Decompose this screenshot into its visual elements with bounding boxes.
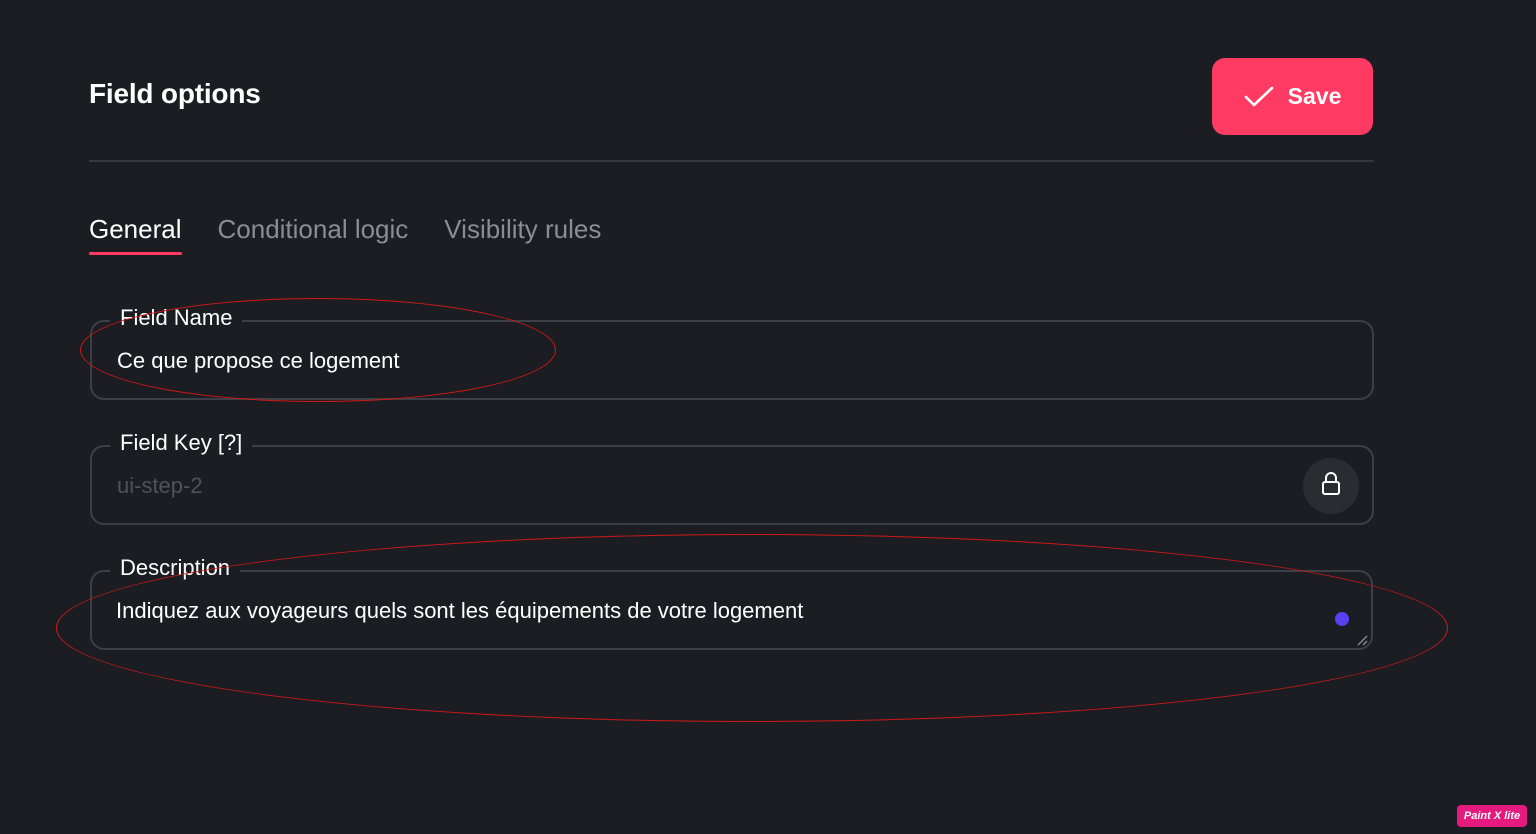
description-textarea[interactable]: Description Indiquez aux voyageurs quels… [90, 555, 1373, 650]
lock-button[interactable] [1303, 458, 1359, 514]
field-key-value: ui-step-2 [117, 473, 203, 498]
field-name-value: Ce que propose ce logement [117, 348, 400, 373]
description-label: Description [110, 555, 241, 581]
check-icon [1244, 86, 1274, 108]
watermark-badge: Paint X lite [1457, 805, 1527, 827]
field-name-label: Field Name [110, 305, 243, 331]
save-button[interactable]: Save [1212, 58, 1373, 135]
description-value: Indiquez aux voyageurs quels sont les éq… [116, 598, 804, 623]
field-key-input: Field Key [?] ui-step-2 [90, 430, 1374, 525]
page-title: Field options [89, 78, 261, 109]
save-button-label: Save [1287, 83, 1342, 109]
tab-bar: General Conditional logic Visibility rul… [89, 214, 601, 255]
field-options-panel: Field options Save General Conditional l… [0, 0, 1536, 834]
lock-icon [1320, 471, 1342, 502]
field-name-input[interactable]: Field Name Ce que propose ce logement [90, 305, 1374, 400]
status-dot-icon [1335, 612, 1349, 626]
resize-handle-icon[interactable] [1356, 633, 1368, 646]
field-key-label: Field Key [?] [110, 430, 253, 456]
header-divider [89, 160, 1374, 162]
tab-visibility-rules[interactable]: Visibility rules [444, 214, 601, 255]
tab-conditional-logic[interactable]: Conditional logic [218, 214, 409, 255]
tab-general[interactable]: General [89, 214, 182, 255]
